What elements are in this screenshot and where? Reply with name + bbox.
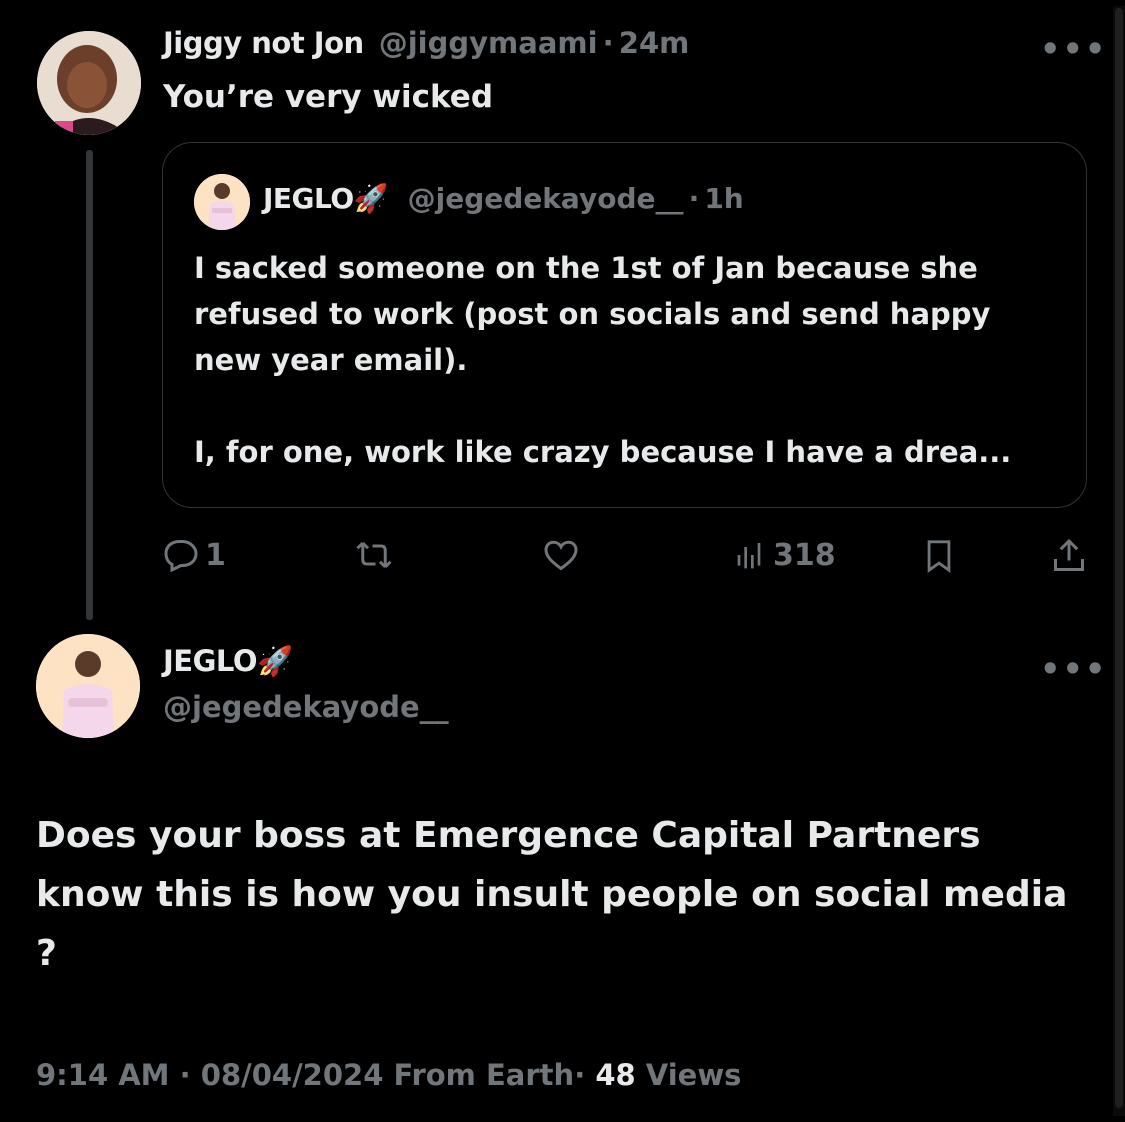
- separator: ·: [179, 1058, 191, 1092]
- quoted-line: new year email).: [194, 343, 468, 377]
- user-avatar-photo-icon: [37, 31, 141, 135]
- handle[interactable]: @jiggymaami: [379, 26, 598, 60]
- display-name[interactable]: JEGLO: [163, 644, 258, 678]
- views-button[interactable]: 318: [735, 537, 836, 573]
- quoted-display-name[interactable]: JEGLO: [263, 182, 354, 215]
- separator: ·: [574, 1058, 586, 1092]
- tweet-time[interactable]: 9:14 AM: [36, 1058, 170, 1092]
- reply-icon: [164, 540, 198, 573]
- parent-tweet-header: Jiggy not Jon @jiggymaami · 24m: [163, 26, 689, 60]
- quoted-tweet-text: I sacked someone on the 1st of Jan becau…: [194, 245, 1074, 475]
- avatar[interactable]: [36, 634, 140, 738]
- rocket-emoji: 🚀: [353, 182, 389, 215]
- like-button[interactable]: [542, 537, 580, 573]
- handle[interactable]: @jegedekayode__: [163, 690, 449, 724]
- thread-connector-line: [86, 150, 93, 620]
- reply-button[interactable]: 1: [163, 537, 226, 573]
- bookmark-button[interactable]: [922, 537, 956, 575]
- scrollbar-thumb[interactable]: [1115, 8, 1123, 1108]
- quoted-timestamp[interactable]: 1h: [704, 182, 743, 215]
- separator: ·: [602, 26, 614, 60]
- share-icon: [1054, 538, 1084, 571]
- bookmark-icon: [927, 540, 951, 573]
- quoted-line: I sacked someone on the 1st of Jan becau…: [194, 251, 978, 285]
- reply-count: 1: [205, 537, 226, 573]
- retweet-button[interactable]: [355, 537, 393, 573]
- avatar[interactable]: [37, 31, 141, 135]
- user-avatar-photo-icon: [36, 634, 140, 738]
- more-options-button[interactable]: •••: [1040, 30, 1107, 68]
- tweet-text: Does your boss at Emergence Capital Part…: [36, 815, 1068, 974]
- rocket-emoji: 🚀: [257, 644, 294, 678]
- user-avatar-photo-icon: [194, 174, 250, 230]
- share-button[interactable]: [1051, 537, 1087, 575]
- quoted-line: refused to work (post on socials and sen…: [194, 297, 991, 331]
- tweet-metadata: 9:14 AM · 08/04/2024 From Earth· 48 View…: [36, 1058, 741, 1092]
- display-name[interactable]: Jiggy not Jon: [163, 26, 364, 60]
- views-count: 318: [773, 537, 836, 573]
- separator: ·: [688, 182, 700, 215]
- more-options-button[interactable]: •••: [1040, 650, 1107, 688]
- quoted-line: I, for one, work like crazy because I ha…: [194, 435, 1012, 469]
- views-count: 48: [595, 1058, 636, 1092]
- quoted-tweet-header: JEGLO🚀 @jegedekayode__ · 1h: [263, 182, 744, 215]
- retweet-icon: [356, 541, 392, 569]
- main-tweet-author: JEGLO🚀: [163, 644, 293, 679]
- heart-icon: [544, 540, 578, 571]
- tweet-text: You’re very wicked: [163, 79, 494, 115]
- quoted-avatar: [194, 174, 250, 230]
- views-label[interactable]: Views: [646, 1058, 742, 1092]
- tweet-source: From Earth: [393, 1058, 575, 1092]
- bar-chart-icon: [737, 543, 761, 569]
- quoted-handle[interactable]: @jegedekayode__: [408, 182, 684, 215]
- timestamp[interactable]: 24m: [619, 26, 690, 60]
- tweet-date[interactable]: 08/04/2024: [201, 1058, 384, 1092]
